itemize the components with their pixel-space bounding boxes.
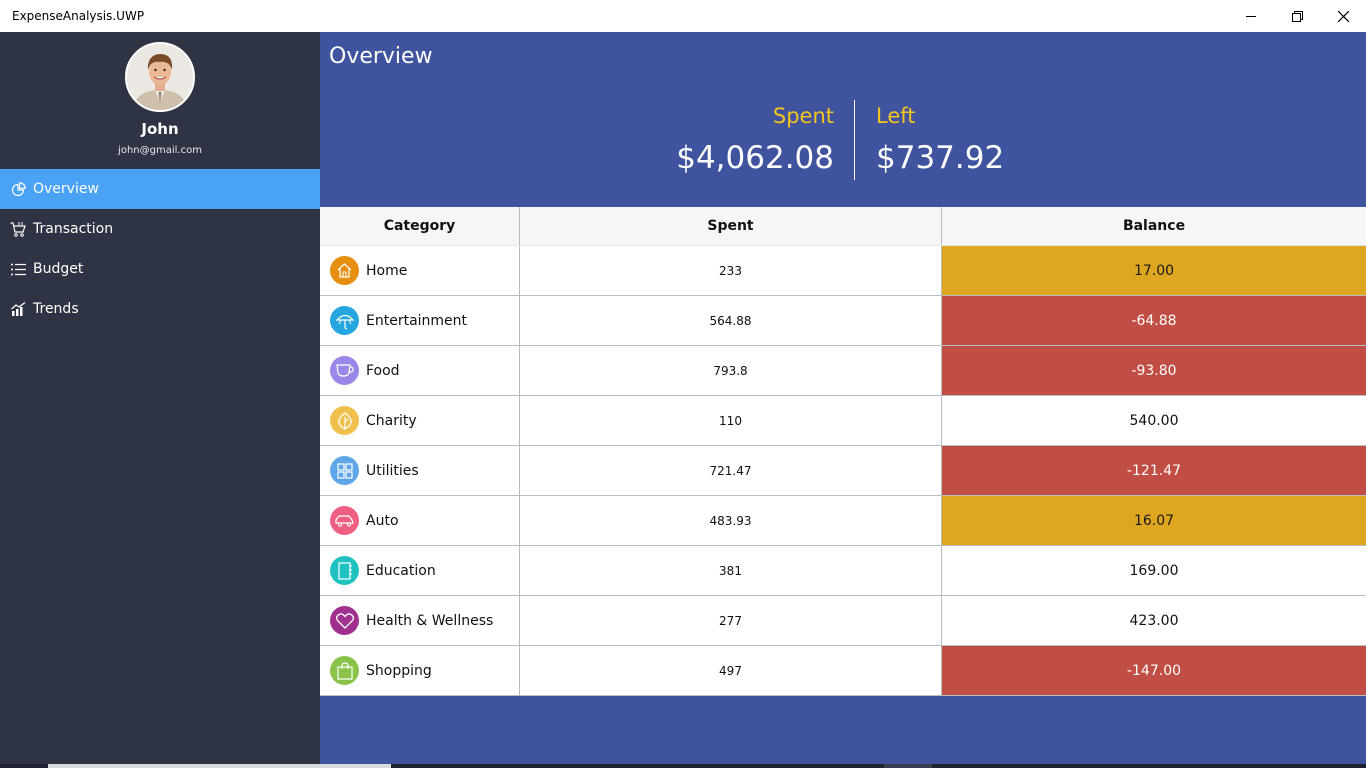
table-row[interactable]: Health & Wellness 277 423.00 — [320, 596, 1366, 646]
expense-table: Category Spent Balance Home 233 17.00 Enter… — [320, 207, 1366, 696]
left-total: $737.92 — [876, 140, 1005, 176]
cell-category: Shopping — [320, 646, 520, 695]
sidebar-item-label: Overview — [33, 181, 99, 197]
leaf-icon — [330, 406, 359, 435]
category-label: Home — [366, 262, 408, 279]
cell-spent: 483.93 — [520, 496, 942, 545]
table-header: Category Spent Balance — [320, 207, 1366, 246]
cell-category: Auto — [320, 496, 520, 545]
cell-spent: 110 — [520, 396, 942, 445]
category-label: Utilities — [366, 462, 419, 479]
cell-balance: 17.00 — [942, 246, 1366, 295]
close-button[interactable] — [1320, 0, 1366, 32]
cell-balance: 169.00 — [942, 546, 1366, 595]
sidebar-item-label: Transaction — [33, 221, 114, 237]
category-label: Shopping — [366, 662, 432, 679]
cell-spent: 277 — [520, 596, 942, 645]
table-row[interactable]: Auto 483.93 16.07 — [320, 496, 1366, 546]
table-row[interactable]: Education 381 169.00 — [320, 546, 1366, 596]
cell-spent: 381 — [520, 546, 942, 595]
cell-category: Education — [320, 546, 520, 595]
cell-spent: 497 — [520, 646, 942, 695]
notebook-icon — [330, 556, 359, 585]
category-label: Charity — [366, 412, 417, 429]
avatar[interactable] — [125, 42, 195, 112]
heart-icon — [330, 606, 359, 635]
header-spent[interactable]: Spent — [520, 207, 942, 245]
home-icon — [330, 256, 359, 285]
grid-icon — [330, 456, 359, 485]
left-label: Left — [876, 104, 916, 128]
category-label: Health & Wellness — [366, 612, 494, 629]
cell-spent: 793.8 — [520, 346, 942, 395]
table-row[interactable]: Entertainment 564.88 -64.88 — [320, 296, 1366, 346]
cell-spent: 721.47 — [520, 446, 942, 495]
table-row[interactable]: Utilities 721.47 -121.47 — [320, 446, 1366, 496]
category-label: Auto — [366, 512, 399, 529]
sidebar-item-label: Budget — [33, 261, 84, 277]
category-label: Entertainment — [366, 312, 468, 329]
taskbar-segment — [48, 764, 391, 768]
profile-photo — [127, 44, 193, 110]
list-icon — [10, 261, 26, 277]
header-category[interactable]: Category — [320, 207, 520, 245]
cell-balance: 423.00 — [942, 596, 1366, 645]
user-name: John — [141, 120, 179, 138]
table-row[interactable]: Food 793.8 -93.80 — [320, 346, 1366, 396]
app-title: ExpenseAnalysis.UWP — [12, 9, 145, 23]
title-bar: ExpenseAnalysis.UWP — [0, 0, 1366, 32]
sidebar-nav: Overview Transaction Budget Trends — [0, 169, 320, 329]
sidebar: John john@gmail.com Overview Transaction… — [0, 32, 320, 768]
table-row[interactable]: Home 233 17.00 — [320, 246, 1366, 296]
category-label: Education — [366, 562, 436, 579]
restore-button[interactable] — [1274, 0, 1320, 32]
close-icon — [1337, 10, 1349, 22]
sidebar-item-label: Trends — [33, 301, 79, 317]
restore-icon — [1291, 10, 1303, 22]
cell-spent: 233 — [520, 246, 942, 295]
cup-icon — [330, 356, 359, 385]
cell-balance: -147.00 — [942, 646, 1366, 695]
table-body: Home 233 17.00 Entertainment 564.88 -64.88 Foo… — [320, 246, 1366, 696]
cell-balance: 16.07 — [942, 496, 1366, 545]
umbrella-icon — [330, 306, 359, 335]
cell-category: Utilities — [320, 446, 520, 495]
sidebar-item-trends[interactable]: Trends — [0, 289, 320, 329]
header-balance[interactable]: Balance — [942, 207, 1366, 245]
taskbar-segment — [884, 764, 932, 768]
category-label: Food — [366, 362, 400, 379]
table-row[interactable]: Shopping 497 -147.00 — [320, 646, 1366, 696]
page-title: Overview — [329, 44, 433, 69]
sidebar-item-budget[interactable]: Budget — [0, 249, 320, 289]
trend-chart-icon — [10, 301, 26, 317]
cell-category: Food — [320, 346, 520, 395]
user-email: john@gmail.com — [118, 145, 202, 156]
cell-category: Health & Wellness — [320, 596, 520, 645]
cell-spent: 564.88 — [520, 296, 942, 345]
car-icon — [330, 506, 359, 535]
taskbar-strip — [0, 764, 1366, 768]
table-row[interactable]: Charity 110 540.00 — [320, 396, 1366, 446]
summary-divider — [854, 100, 855, 180]
cell-category: Entertainment — [320, 296, 520, 345]
main-content: Overview Spent $4,062.08 Left $737.92 Ca… — [320, 32, 1366, 768]
bag-icon — [330, 656, 359, 685]
cell-balance: -64.88 — [942, 296, 1366, 345]
cart-icon — [10, 221, 26, 237]
cell-category: Charity — [320, 396, 520, 445]
cell-balance: 540.00 — [942, 396, 1366, 445]
cell-balance: -93.80 — [942, 346, 1366, 395]
cell-balance: -121.47 — [942, 446, 1366, 495]
minimize-icon — [1246, 16, 1256, 17]
sidebar-item-transaction[interactable]: Transaction — [0, 209, 320, 249]
cell-category: Home — [320, 246, 520, 295]
spent-label: Spent — [772, 104, 834, 128]
sidebar-item-overview[interactable]: Overview — [0, 169, 320, 209]
spent-total: $4,062.08 — [676, 140, 834, 176]
pie-chart-icon — [10, 181, 26, 197]
minimize-button[interactable] — [1228, 0, 1274, 32]
